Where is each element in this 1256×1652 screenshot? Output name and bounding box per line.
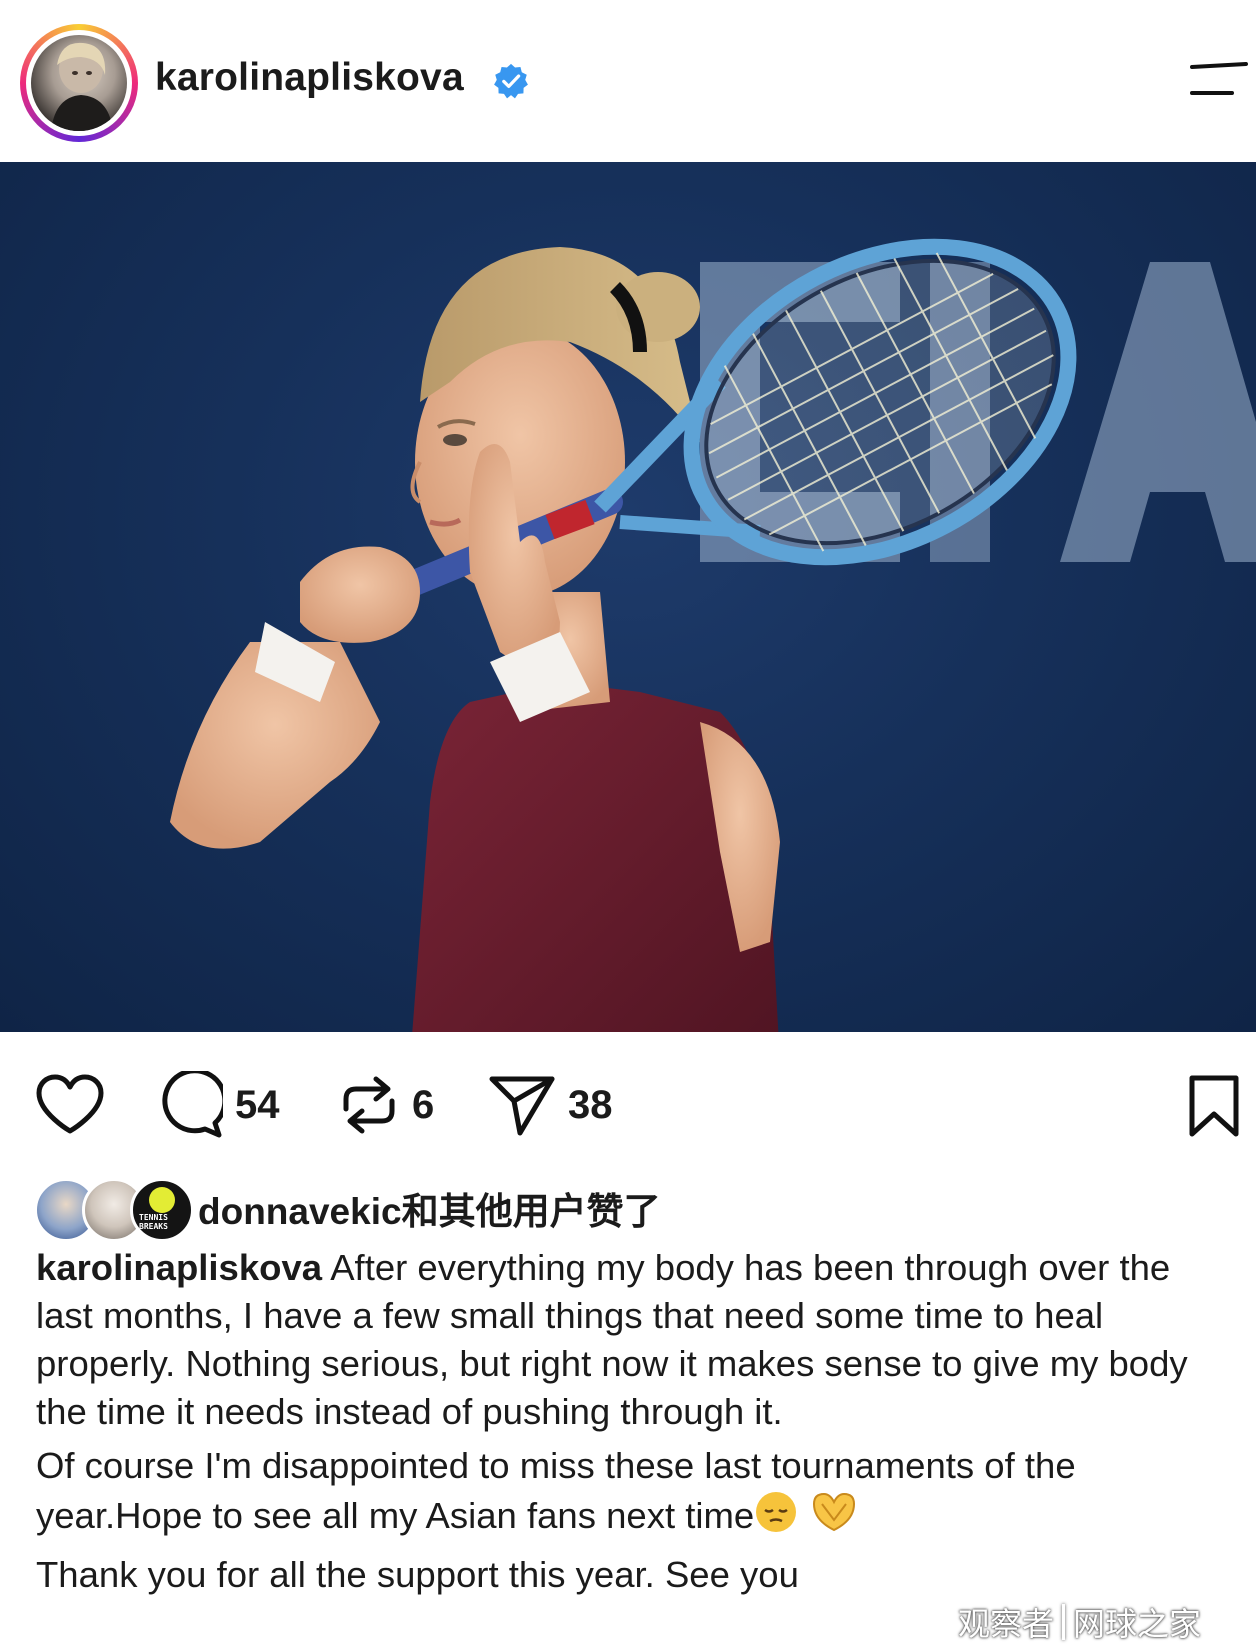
- bookmark-icon: [1189, 1075, 1239, 1137]
- caption-paragraph-3: Thank you for all the support this year.…: [36, 1551, 1236, 1599]
- watermark-right: 网球之家: [1073, 1605, 1202, 1643]
- caption-username[interactable]: karolinapliskova: [36, 1247, 322, 1288]
- caption-text-2: Of course I'm disappointed to miss these…: [36, 1445, 1086, 1536]
- post-photo[interactable]: [0, 162, 1256, 1032]
- share-button[interactable]: 38: [488, 1070, 613, 1140]
- likes-suffix: 和其他用户赞了: [401, 1190, 661, 1233]
- story-ring[interactable]: [20, 24, 138, 142]
- watermark-divider: [1062, 1604, 1066, 1640]
- tennis-ball-icon: [149, 1187, 175, 1213]
- caption-paragraph-1: karolinapliskova After everything my bod…: [36, 1244, 1236, 1436]
- tennis-breaks-avatar: TENNIS BREAKS: [130, 1178, 194, 1242]
- liker-avatars: TENNIS BREAKS: [34, 1178, 194, 1242]
- comment-count: 54: [235, 1082, 280, 1127]
- share-icon: [489, 1076, 555, 1136]
- likes-summary[interactable]: TENNIS BREAKS donnavekic和其他用户赞了: [34, 1176, 661, 1242]
- comment-icon: [162, 1071, 223, 1138]
- watermark-left: 观察者: [958, 1605, 1055, 1643]
- caption-text-3: Thank you for all the support this year.…: [36, 1554, 799, 1595]
- tennis-player-photo: [170, 238, 1256, 1032]
- likes-text: donnavekic和其他用户赞了: [198, 1181, 661, 1235]
- post-action-bar: 54 6 38: [0, 1032, 1256, 1182]
- share-count: 38: [568, 1082, 613, 1127]
- watermark: 观察者 网球之家: [958, 1594, 1201, 1650]
- avatar[interactable]: [31, 35, 127, 131]
- repost-count: 6: [412, 1082, 435, 1127]
- verified-badge-icon: [494, 63, 528, 99]
- post-caption: karolinapliskova After everything my bod…: [36, 1244, 1236, 1599]
- caption-paragraph-2: Of course I'm disappointed to miss these…: [36, 1442, 1236, 1546]
- avatar-portrait: [51, 42, 113, 131]
- header-username[interactable]: karolinapliskova: [155, 56, 464, 100]
- heart-hands-emoji: [808, 1490, 860, 1546]
- avatar-border: [26, 30, 132, 136]
- like-button[interactable]: [34, 1070, 106, 1140]
- heart-icon: [36, 1074, 104, 1134]
- comment-button[interactable]: 54: [155, 1070, 280, 1140]
- liker-username[interactable]: donnavekic: [198, 1191, 402, 1232]
- save-button[interactable]: [1186, 1072, 1242, 1142]
- repost-icon: [343, 1076, 395, 1134]
- repost-button[interactable]: 6: [338, 1070, 434, 1140]
- hamburger-menu-icon[interactable]: [1186, 60, 1250, 100]
- post-header: karolinapliskova: [0, 0, 1256, 162]
- pensive-face-emoji: [754, 1490, 798, 1546]
- gripping-hand: [300, 546, 420, 643]
- tennis-breaks-logo: TENNIS BREAKS: [139, 1213, 168, 1231]
